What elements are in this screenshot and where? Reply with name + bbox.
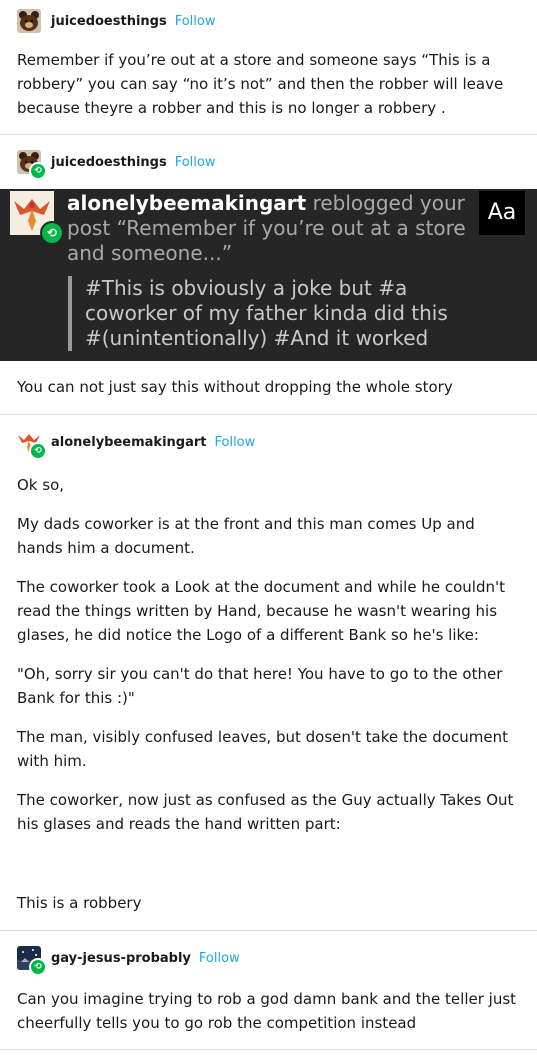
bear-avatar-icon[interactable]: ⟲ [17, 150, 47, 180]
username[interactable]: alonelybeemakingart [51, 435, 206, 450]
reblog-icon: ⟲ [29, 442, 47, 460]
post-text: You can not just say this without droppi… [17, 378, 453, 396]
follow-button[interactable]: Follow [175, 14, 216, 29]
post-1: juicedoesthings Follow Remember if you’r… [0, 0, 537, 120]
post-header: ⟲ gay-jesus-probably Follow [0, 931, 537, 985]
post-3: ⟲ alonelybeemakingart Follow Ok so, My d… [0, 415, 537, 915]
notification-text: alonelybeemakingart reblogged your post … [67, 191, 472, 266]
follow-button[interactable]: Follow [214, 435, 255, 450]
post-text: Remember if you’re out at a store and so… [17, 51, 504, 117]
username[interactable]: juicedoesthings [51, 155, 167, 170]
post-text: Can you imagine trying to rob a god damn… [17, 990, 517, 1032]
paragraph: "Oh, sorry sir you can't do that here! Y… [17, 665, 503, 707]
notification-user: alonelybeemakingart [67, 191, 307, 215]
reblog-icon: ⟲ [29, 958, 47, 976]
post-2: ⟲ juicedoesthings Follow ⟲ alonelybeemak… [0, 135, 537, 399]
username[interactable]: gay-jesus-probably [51, 951, 191, 966]
bear-avatar-icon[interactable] [17, 9, 41, 33]
paragraph: The coworker, now just as confused as th… [17, 791, 514, 833]
notification-tags: #This is obviously a joke but #a coworke… [68, 276, 465, 351]
post-header: ⟲ alonelybeemakingart Follow [0, 415, 537, 469]
paragraph: Ok so, [17, 476, 65, 494]
reblog-icon: ⟲ [29, 162, 47, 180]
night-sky-avatar-icon[interactable]: ⟲ [17, 946, 47, 976]
paragraph: The man, visibly confused leaves, but do… [17, 728, 508, 770]
divider [0, 1049, 537, 1050]
reblog-notification-screenshot: ⟲ alonelybeemakingart reblogged your pos… [0, 189, 537, 361]
text-size-button: Aa [479, 191, 525, 235]
phoenix-avatar-icon[interactable]: ⟲ [17, 430, 47, 460]
post-4: ⟲ gay-jesus-probably Follow Can you imag… [0, 931, 537, 1035]
paragraph: The coworker took a Look at the document… [17, 578, 505, 644]
paragraph: My dads coworker is at the front and thi… [17, 515, 475, 557]
paragraph: This is a robbery [17, 894, 142, 912]
follow-button[interactable]: Follow [175, 155, 216, 170]
post-header: ⟲ juicedoesthings Follow [0, 135, 537, 189]
username[interactable]: juicedoesthings [51, 14, 167, 29]
follow-button[interactable]: Follow [199, 951, 240, 966]
reblog-icon: ⟲ [40, 221, 64, 245]
post-header: juicedoesthings Follow [0, 0, 537, 42]
notification-post-quote: “Remember if you’re out at a store and s… [67, 216, 466, 265]
